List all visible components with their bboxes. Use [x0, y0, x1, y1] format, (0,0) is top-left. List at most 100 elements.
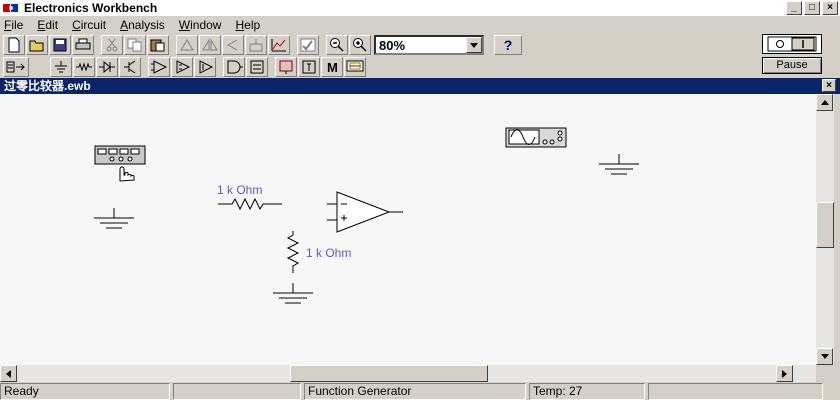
pause-button[interactable]: Pause: [762, 57, 822, 74]
flip-vertical-icon: [226, 39, 238, 51]
new-button[interactable]: [3, 35, 25, 55]
scroll-left-icon[interactable]: [0, 365, 17, 382]
app-title: Electronics Workbench: [24, 1, 158, 15]
parts-bin-icon: [6, 61, 25, 73]
function-generator[interactable]: [94, 145, 148, 186]
save-disk-icon: [53, 38, 67, 52]
rotate-icon: [180, 39, 194, 51]
open-folder-icon: [29, 40, 44, 52]
print-button[interactable]: [72, 35, 94, 55]
flip-flop-icon: [250, 60, 264, 74]
diode-icon: [99, 60, 115, 74]
vertical-scroll-thumb[interactable]: [816, 202, 834, 248]
status-temperature: Temp: 27: [529, 383, 645, 400]
ground-2[interactable]: [271, 282, 315, 311]
horizontal-scrollbar[interactable]: [0, 365, 816, 382]
circuit-canvas[interactable]: 1 k Ohm 1 k Ohm: [0, 94, 816, 365]
chevron-down-icon[interactable]: [466, 37, 482, 53]
resistor-2-label: 1 k Ohm: [306, 246, 352, 260]
zoom-out-button[interactable]: [326, 35, 348, 55]
instruments-bin-button[interactable]: [344, 57, 366, 77]
menu-analysis[interactable]: Analysis: [120, 18, 165, 32]
zoom-in-button[interactable]: [349, 35, 371, 55]
copy-icon: [127, 38, 142, 52]
resistor-bin-icon: [76, 62, 92, 72]
menu-file[interactable]: File: [4, 18, 23, 32]
menu-window[interactable]: Window: [179, 18, 222, 32]
resistor-1-label: 1 k Ohm: [217, 183, 263, 197]
analysis-graphs-button[interactable]: [297, 35, 319, 55]
indicators-bin-button[interactable]: [275, 57, 297, 77]
scroll-up-icon[interactable]: [816, 94, 833, 111]
ground-icon: [599, 154, 639, 175]
new-file-icon: [8, 37, 20, 53]
op-amp[interactable]: [323, 190, 405, 237]
document-title: 过零比较器.ewb: [4, 79, 91, 93]
ground-3[interactable]: [597, 153, 641, 182]
function-generator-icon: [94, 145, 146, 182]
sources-bin-button[interactable]: [50, 57, 72, 77]
mixed-ics-bin-button[interactable]: [171, 57, 193, 77]
close-button[interactable]: ×: [822, 1, 838, 15]
resistor-vertical-icon: [286, 231, 300, 273]
create-subcircuit-button[interactable]: [268, 35, 290, 55]
parts-bin-toolbar: M: [0, 56, 520, 78]
rotate-button[interactable]: [176, 35, 198, 55]
component-properties-button[interactable]: [245, 35, 267, 55]
status-empty: [173, 383, 301, 400]
save-button[interactable]: [49, 35, 71, 55]
ground-1[interactable]: [92, 207, 136, 236]
printer-icon: [75, 38, 91, 50]
power-switch[interactable]: [762, 34, 822, 54]
paste-button[interactable]: [147, 35, 169, 55]
status-component: Function Generator: [304, 383, 526, 400]
menu-edit[interactable]: Edit: [37, 18, 58, 32]
ground-icon: [273, 283, 313, 304]
app-logo-icon: [2, 1, 20, 15]
resistor-2[interactable]: [285, 230, 301, 279]
menu-circuit[interactable]: Circuit: [72, 18, 106, 32]
favorites-bin-button[interactable]: [3, 57, 29, 77]
scroll-down-icon[interactable]: [816, 348, 833, 365]
digital-bin-button[interactable]: [246, 57, 268, 77]
transistors-bin-button[interactable]: [119, 57, 141, 77]
opamp-bin-icon: [151, 60, 168, 74]
svg-text:M: M: [327, 60, 338, 74]
oscilloscope[interactable]: [505, 127, 569, 152]
check-graph-icon: [300, 38, 316, 52]
basic-bin-button[interactable]: [73, 57, 95, 77]
subcircuit-graph-icon: [271, 39, 286, 52]
app-window: Electronics Workbench _ □ × File Edit Ci…: [0, 0, 840, 400]
analog-ics-bin-button[interactable]: [148, 57, 170, 77]
miscellaneous-bin-button[interactable]: M: [321, 57, 343, 77]
open-button[interactable]: [26, 35, 48, 55]
logic-gates-bin-button[interactable]: [223, 57, 245, 77]
paste-clipboard-icon: [150, 39, 165, 52]
menu-help[interactable]: Help: [235, 18, 260, 32]
diodes-bin-button[interactable]: [96, 57, 118, 77]
scroll-right-icon[interactable]: [776, 365, 793, 382]
vertical-scrollbar[interactable]: [816, 94, 834, 365]
mixed-ic-icon: [176, 60, 191, 74]
scissors-icon: [106, 38, 118, 52]
status-state: Ready: [0, 383, 170, 400]
cut-button[interactable]: [101, 35, 123, 55]
digital-ics-bin-button[interactable]: [194, 57, 216, 77]
resistor-icon: [218, 197, 282, 211]
restore-button[interactable]: □: [804, 1, 820, 15]
flip-vertical-button[interactable]: [222, 35, 244, 55]
indicator-icon: [279, 60, 293, 74]
document-close-button[interactable]: ×: [822, 79, 836, 92]
zoom-select[interactable]: 80%: [374, 35, 484, 55]
horizontal-scroll-thumb[interactable]: [290, 365, 488, 382]
digital-ic-icon: [199, 60, 214, 74]
zoom-out-icon: [330, 38, 344, 52]
copy-button[interactable]: [124, 35, 146, 55]
help-button[interactable]: ?: [494, 35, 522, 55]
controls-bin-button[interactable]: [298, 57, 320, 77]
instrument-icon: [346, 60, 364, 72]
zoom-in-icon: [353, 38, 367, 52]
resistor-1[interactable]: [217, 197, 283, 214]
minimize-button[interactable]: _: [786, 1, 802, 15]
flip-horizontal-button[interactable]: [199, 35, 221, 55]
